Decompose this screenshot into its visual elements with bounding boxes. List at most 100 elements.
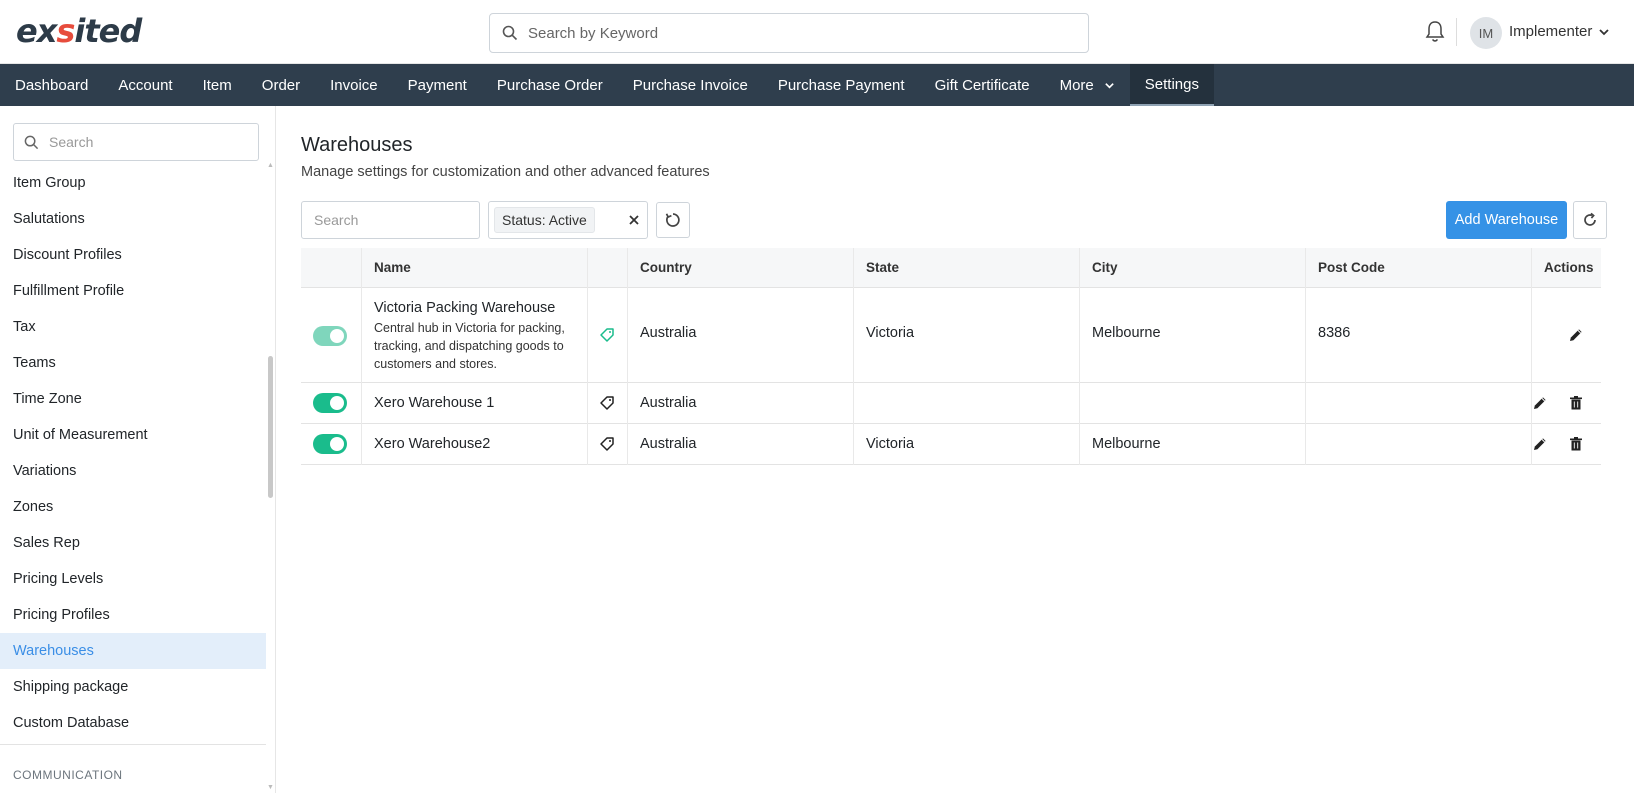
sidebar-divider	[0, 744, 266, 745]
logo[interactable]: exsited	[16, 12, 142, 50]
sidebar-item-pricing-profiles[interactable]: Pricing Profiles	[0, 597, 266, 633]
add-warehouse-button[interactable]: Add Warehouse	[1446, 201, 1567, 239]
column-header-state[interactable]: State	[866, 248, 899, 288]
sidebar-item-unit-of-measurement[interactable]: Unit of Measurement	[0, 417, 266, 453]
sidebar-item-fulfillment-profile[interactable]: Fulfillment Profile	[0, 273, 266, 309]
user-name[interactable]: Implementer	[1509, 23, 1592, 40]
sidebar-scrollbar[interactable]	[268, 356, 273, 498]
edit-icon[interactable]	[1567, 326, 1585, 344]
nav-dashboard[interactable]: Dashboard	[0, 64, 103, 106]
sidebar-item-variations[interactable]: Variations	[0, 453, 266, 489]
column-header-name[interactable]: Name	[374, 248, 411, 288]
column-header-post-code[interactable]: Post Code	[1318, 248, 1385, 288]
sidebar-item-warehouses[interactable]: Warehouses	[0, 633, 266, 669]
col-divider	[587, 383, 588, 424]
col-divider	[627, 383, 628, 424]
sidebar-item-zones[interactable]: Zones	[0, 489, 266, 525]
reset-filter-button[interactable]	[656, 202, 690, 238]
country-cell: Australia	[640, 436, 697, 452]
nav-settings[interactable]: Settings	[1129, 64, 1214, 106]
warehouse-description: Central hub in Victoria for packing, tra…	[374, 321, 565, 371]
edit-icon[interactable]	[1531, 394, 1549, 412]
state-cell: Victoria	[866, 436, 915, 452]
col-divider	[627, 424, 628, 465]
header-divider	[1456, 18, 1457, 46]
warehouse-name[interactable]: Xero Warehouse2	[374, 436, 490, 452]
scroll-up-arrow[interactable]: ▲	[267, 162, 274, 169]
sidebar-item-pricing-levels[interactable]: Pricing Levels	[0, 561, 266, 597]
settings-sidebar: ▲ Item Group Salutations Discount Profil…	[0, 106, 276, 793]
active-toggle[interactable]	[313, 326, 347, 346]
col-divider	[1531, 288, 1532, 383]
table-row: Xero Warehouse2 Australia Victoria Melbo…	[301, 424, 1601, 465]
global-search[interactable]	[489, 13, 1089, 53]
sidebar-item-sales-rep[interactable]: Sales Rep	[0, 525, 266, 561]
col-divider	[361, 248, 362, 288]
nav-more[interactable]: More	[1045, 64, 1130, 106]
tag-icon[interactable]	[598, 326, 616, 344]
col-divider	[1079, 424, 1080, 465]
country-cell: Australia	[640, 325, 697, 341]
chevron-down-icon[interactable]	[1598, 26, 1610, 38]
sidebar-item-discount-profiles[interactable]: Discount Profiles	[0, 237, 266, 273]
col-divider	[361, 383, 362, 424]
tag-icon[interactable]	[598, 435, 616, 453]
sidebar-item-teams[interactable]: Teams	[0, 345, 266, 381]
nav-purchase-invoice[interactable]: Purchase Invoice	[618, 64, 763, 106]
nav-more-label: More	[1059, 76, 1094, 94]
nav-payment[interactable]: Payment	[393, 64, 482, 106]
table-row: Victoria Packing Warehouse Central hub i…	[301, 288, 1601, 383]
main-nav: Dashboard Account Item Order Invoice Pay…	[0, 64, 1634, 106]
nav-purchase-order[interactable]: Purchase Order	[482, 64, 618, 106]
sidebar-search-input[interactable]	[49, 134, 249, 150]
sidebar-item-tax[interactable]: Tax	[0, 309, 266, 345]
scroll-down-arrow[interactable]: ▼	[267, 784, 274, 791]
nav-invoice[interactable]: Invoice	[315, 64, 393, 106]
column-header-city[interactable]: City	[1092, 248, 1118, 288]
warehouses-table: Name Country State City Post Code Action…	[301, 248, 1601, 465]
nav-item[interactable]: Item	[188, 64, 247, 106]
col-divider	[1079, 248, 1080, 288]
avatar[interactable]: IM	[1470, 17, 1502, 49]
postcode-cell: 8386	[1318, 325, 1351, 341]
sidebar-item-time-zone[interactable]: Time Zone	[0, 381, 266, 417]
sidebar-item-salutations[interactable]: Salutations	[0, 201, 266, 237]
nav-order[interactable]: Order	[247, 64, 315, 106]
col-divider	[1531, 248, 1532, 288]
edit-icon[interactable]	[1531, 435, 1549, 453]
bell-icon[interactable]	[1424, 20, 1446, 44]
nav-purchase-payment[interactable]: Purchase Payment	[763, 64, 920, 106]
sidebar-item-item-group[interactable]: Item Group	[0, 165, 266, 201]
trash-icon[interactable]	[1567, 435, 1585, 453]
close-icon[interactable]	[627, 213, 641, 227]
col-divider	[587, 248, 588, 288]
city-cell: Melbourne	[1092, 436, 1161, 452]
global-search-input[interactable]	[528, 24, 1068, 42]
col-divider	[1305, 424, 1306, 465]
warehouse-name[interactable]: Victoria Packing Warehouse	[374, 300, 569, 316]
col-divider	[1079, 383, 1080, 424]
status-chip: Status: Active	[494, 207, 595, 233]
status-filter[interactable]: Status: Active	[488, 201, 648, 239]
sidebar-item-shipping-package[interactable]: Shipping package	[0, 669, 266, 705]
trash-icon[interactable]	[1567, 394, 1585, 412]
sidebar-search[interactable]	[13, 123, 259, 161]
active-toggle[interactable]	[313, 434, 347, 454]
warehouse-name-cell: Victoria Packing Warehouse Central hub i…	[374, 300, 569, 373]
reset-icon	[665, 213, 680, 227]
active-toggle[interactable]	[313, 393, 347, 413]
warehouse-name[interactable]: Xero Warehouse 1	[374, 395, 494, 411]
state-cell: Victoria	[866, 325, 915, 341]
page-subtitle: Manage settings for customization and ot…	[301, 164, 710, 180]
col-divider	[1079, 288, 1080, 383]
search-icon	[24, 135, 39, 149]
table-row: Xero Warehouse 1 Australia	[301, 383, 1601, 424]
nav-account[interactable]: Account	[103, 64, 187, 106]
tag-icon[interactable]	[598, 394, 616, 412]
refresh-icon	[1584, 212, 1596, 226]
sidebar-item-custom-database[interactable]: Custom Database	[0, 705, 266, 741]
table-search-input[interactable]	[301, 201, 480, 239]
column-header-country[interactable]: Country	[640, 248, 692, 288]
refresh-button[interactable]	[1573, 201, 1607, 239]
nav-gift-certificate[interactable]: Gift Certificate	[920, 64, 1045, 106]
